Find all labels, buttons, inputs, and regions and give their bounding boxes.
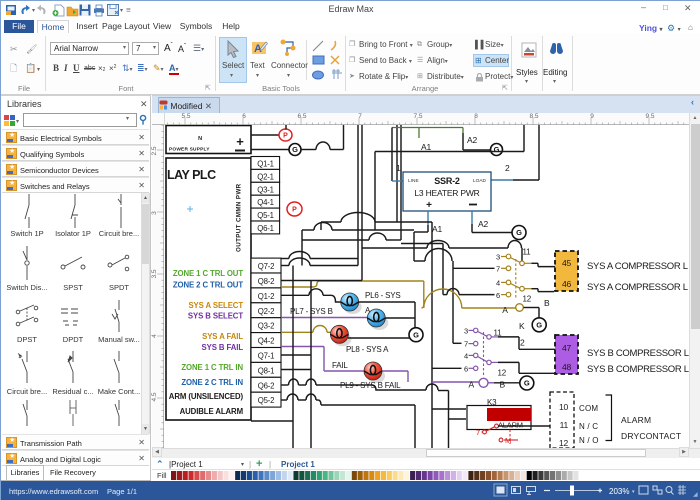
svg-text:K: K: [519, 321, 525, 331]
svg-text:ZONE 2 C TRL IN: ZONE 2 C TRL IN: [181, 378, 243, 387]
svg-text:LOAD: LOAD: [473, 178, 487, 184]
svg-text:SYS B FAIL: SYS B FAIL: [202, 343, 244, 352]
svg-text:Q3-2: Q3-2: [258, 322, 275, 331]
svg-text:Q6-1: Q6-1: [257, 224, 274, 233]
svg-text:ZONE 2 C TRL OUT: ZONE 2 C TRL OUT: [173, 281, 244, 290]
svg-text:SYS B COMPRESSOR L: SYS B COMPRESSOR L: [587, 364, 689, 375]
svg-text:3: 3: [464, 326, 468, 335]
svg-text:AUDIBLE ALARM: AUDIBLE ALARM: [180, 407, 243, 416]
svg-text:P: P: [292, 207, 297, 214]
svg-text:A: A: [502, 305, 508, 315]
svg-text:G: G: [494, 145, 500, 154]
svg-text:SSR-2: SSR-2: [434, 176, 460, 186]
svg-text:P: P: [283, 133, 288, 140]
svg-text:Q2-1: Q2-1: [257, 172, 274, 181]
svg-text:G: G: [516, 228, 522, 237]
svg-text:6: 6: [464, 364, 468, 373]
svg-text:7: 7: [476, 428, 480, 437]
svg-text:Q1-2: Q1-2: [258, 292, 275, 301]
svg-text:4: 4: [496, 278, 500, 287]
svg-text:FAIL: FAIL: [332, 361, 348, 370]
svg-text:2: 2: [505, 163, 510, 173]
svg-text:Q8-2: Q8-2: [258, 277, 275, 286]
svg-text:2: 2: [520, 338, 525, 348]
svg-text:LINE: LINE: [408, 178, 419, 184]
svg-text:N / C: N / C: [579, 422, 598, 431]
svg-text:SYS B SELECT: SYS B SELECT: [188, 312, 243, 321]
svg-text:SYS B COMPRESSOR L: SYS B COMPRESSOR L: [587, 348, 689, 359]
svg-text:A: A: [469, 380, 475, 390]
svg-text:203%: 203%: [609, 487, 629, 496]
svg-text:Q5-1: Q5-1: [257, 211, 274, 220]
svg-text:Q1-1: Q1-1: [257, 160, 274, 169]
svg-text:4: 4: [464, 351, 468, 360]
svg-text:45: 45: [562, 258, 572, 268]
svg-text:LAY PLC: LAY PLC: [167, 168, 216, 182]
svg-text:ALARM: ALARM: [621, 415, 651, 425]
svg-text:7: 7: [464, 340, 468, 349]
svg-text:12: 12: [559, 438, 569, 448]
svg-text:Q2-2: Q2-2: [258, 307, 275, 316]
svg-text:▾: ▾: [120, 8, 123, 14]
svg-text:11: 11: [560, 420, 569, 430]
svg-text:B: B: [544, 298, 550, 308]
svg-text:1: 1: [396, 163, 401, 173]
svg-text:▾: ▾: [16, 119, 19, 125]
svg-text:SYS A COMPRESSOR L: SYS A COMPRESSOR L: [587, 282, 688, 293]
svg-text:A1: A1: [421, 142, 431, 152]
svg-text:ZONE 1 C TRL IN: ZONE 1 C TRL IN: [181, 363, 243, 372]
svg-text:11: 11: [494, 329, 503, 338]
svg-text:+: +: [426, 200, 432, 211]
svg-text:PL8 - SYS A: PL8 - SYS A: [346, 345, 389, 354]
svg-text:SYS A SELECT: SYS A SELECT: [188, 301, 243, 310]
svg-text:Q3-1: Q3-1: [257, 185, 274, 194]
svg-text:▾: ▾: [32, 8, 35, 14]
svg-text:L3 HEATER PWR: L3 HEATER PWR: [414, 188, 479, 198]
svg-text:SYS A FAIL: SYS A FAIL: [202, 332, 243, 341]
svg-text:PL6 - SYS: PL6 - SYS: [365, 291, 401, 300]
svg-text:N: N: [198, 136, 202, 142]
svg-text:G: G: [536, 320, 542, 329]
svg-text:46: 46: [562, 279, 572, 289]
svg-text:A2: A2: [467, 135, 477, 145]
svg-text:G: G: [292, 145, 298, 154]
svg-text:7: 7: [496, 264, 500, 273]
svg-text:SYS A COMPRESSOR L: SYS A COMPRESSOR L: [587, 261, 688, 272]
svg-text:G: G: [413, 330, 419, 339]
svg-text:N / O: N / O: [579, 436, 599, 445]
svg-text:G: G: [524, 379, 530, 388]
svg-text:12: 12: [498, 369, 507, 378]
svg-text:+: +: [236, 134, 244, 149]
svg-text:A2: A2: [478, 219, 488, 229]
svg-text:Q7-2: Q7-2: [258, 262, 275, 271]
svg-text:10: 10: [559, 402, 569, 412]
svg-text:ZONE 1 C TRL OUT: ZONE 1 C TRL OUT: [173, 269, 244, 278]
svg-text:47: 47: [562, 343, 572, 353]
svg-text:POWER SUPPLY: POWER SUPPLY: [169, 147, 210, 153]
svg-text:Q7-1: Q7-1: [258, 352, 275, 361]
svg-text:48: 48: [562, 362, 572, 372]
svg-text:Q4-1: Q4-1: [257, 198, 274, 207]
svg-text:Q6-2: Q6-2: [258, 381, 275, 390]
svg-text:≡: ≡: [126, 6, 131, 15]
svg-text:ARM (UNSILENCED): ARM (UNSILENCED): [169, 392, 244, 401]
svg-text:B: B: [500, 380, 506, 390]
svg-text:▾: ▾: [632, 489, 635, 495]
svg-text:3: 3: [496, 252, 500, 261]
svg-text:A1: A1: [432, 224, 442, 234]
svg-text:Q4-2: Q4-2: [258, 337, 275, 346]
svg-text:12: 12: [523, 295, 532, 304]
svg-text:11: 11: [523, 248, 532, 257]
svg-text:6: 6: [496, 291, 500, 300]
svg-text:OUTPUT CMMN PWR: OUTPUT CMMN PWR: [236, 183, 243, 252]
svg-text:Q5-2: Q5-2: [258, 396, 275, 405]
svg-text:DRYCONTACT: DRYCONTACT: [621, 431, 681, 441]
svg-text:Q8-1: Q8-1: [258, 366, 275, 375]
svg-text:COM: COM: [579, 404, 598, 413]
